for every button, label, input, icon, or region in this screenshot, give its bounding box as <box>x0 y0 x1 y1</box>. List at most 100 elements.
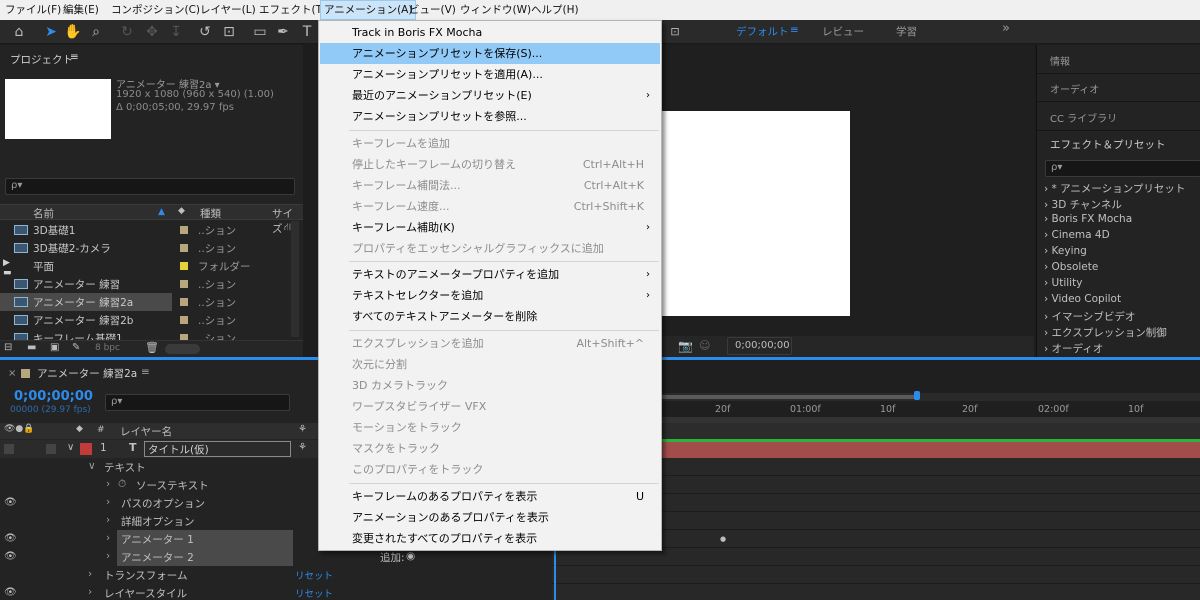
label-column-icon[interactable]: ◆ <box>76 424 83 434</box>
menu-item-browse-presets[interactable]: アニメーションプリセットを参照... <box>320 106 660 127</box>
project-item[interactable]: キーフレーム基礎1 ..ション <box>0 329 290 340</box>
menu-item-track-mocha[interactable]: Track in Boris FX Mocha <box>320 22 660 43</box>
add-animator-label[interactable]: 追加: <box>380 550 405 565</box>
effects-category[interactable]: › Utility <box>1044 277 1082 289</box>
workspace-learn[interactable]: 学習 <box>896 24 917 39</box>
menu-item-toggle-hold-keyframe[interactable]: 停止したキーフレームの切り替え Ctrl+Alt+H <box>320 154 660 175</box>
snap-icon[interactable]: ⊡ <box>666 23 684 41</box>
close-tab-icon[interactable]: × <box>8 368 16 379</box>
project-item[interactable]: 3D基礎1 ..ション ⛙ <box>0 221 291 239</box>
trash-icon[interactable]: 🗑 <box>145 341 159 354</box>
menu-window[interactable]: ウィンドウ(W) <box>457 0 534 20</box>
eye-icon[interactable]: 👁 <box>4 533 17 544</box>
pan-tool-icon[interactable]: ✥ <box>143 23 161 41</box>
timeline-tab[interactable]: アニメーター 練習2a <box>37 366 137 381</box>
selection-tool-icon[interactable]: ➤ <box>42 23 60 41</box>
sort-ascending-icon[interactable]: ▲ <box>158 207 165 217</box>
timeline-search-input[interactable]: ρ▾ <box>105 394 290 411</box>
eye-icon[interactable]: 👁 <box>4 551 17 562</box>
eye-icon[interactable]: 👁 <box>4 587 17 598</box>
panel-menu-icon[interactable]: ≡ <box>70 51 79 63</box>
effects-category[interactable]: › Video Copilot <box>1044 293 1121 305</box>
info-panel-tab[interactable]: 情報 <box>1050 53 1070 68</box>
label-swatch[interactable] <box>180 280 188 288</box>
rotation-tool-icon[interactable]: ↺ <box>196 23 214 41</box>
menu-help[interactable]: ヘルプ(H) <box>528 0 582 20</box>
effects-category[interactable]: › イマーシブビデオ <box>1044 309 1135 324</box>
menu-item-reveal-animating[interactable]: アニメーションのあるプロパティを表示 <box>320 507 660 528</box>
effects-category[interactable]: › Obsolete <box>1044 261 1098 273</box>
effects-category[interactable]: › エクスプレッション制御 <box>1044 325 1167 340</box>
anchor-tool-icon[interactable]: ⊡ <box>220 23 238 41</box>
project-search-input[interactable]: ρ▾ <box>5 178 295 195</box>
project-item[interactable]: アニメーター 練習2a <box>0 293 172 311</box>
project-item[interactable]: ▶ ▬ 平面 フォルダー <box>0 257 290 278</box>
workspace-review[interactable]: レビュー <box>822 24 864 39</box>
chevron-right-icon[interactable]: › <box>106 532 110 544</box>
menu-item-apply-preset[interactable]: アニメーションプリセットを適用(A)... <box>320 64 660 85</box>
video-switch[interactable] <box>4 444 14 454</box>
home-icon[interactable]: ⌂ <box>10 23 28 41</box>
navigator-handle[interactable] <box>914 391 920 400</box>
effects-search-input[interactable]: ρ▾ <box>1045 160 1200 177</box>
new-folder-icon[interactable]: ▬ <box>27 342 36 353</box>
flowchart-icon[interactable]: ⛙ <box>284 222 291 235</box>
chevron-right-icon[interactable]: › <box>106 496 110 508</box>
chevron-right-icon[interactable]: › <box>88 586 92 598</box>
label-swatch[interactable] <box>180 262 188 270</box>
workspace-menu-icon[interactable]: ≡ <box>790 24 799 36</box>
menu-item-reveal-modified[interactable]: 変更されたすべてのプロパティを表示 <box>320 528 660 549</box>
chevron-down-icon[interactable]: ∨ <box>88 460 96 472</box>
menu-item-add-keyframe[interactable]: キーフレームを追加 <box>320 133 660 154</box>
hand-tool-icon[interactable]: ✋ <box>64 23 82 41</box>
layer-name[interactable]: タイトル(仮) <box>144 441 291 457</box>
menu-animation[interactable]: アニメーション(A) <box>320 0 417 20</box>
av-switches-icon[interactable]: 👁●🔒 <box>4 424 35 434</box>
workspace-default[interactable]: デフォルト <box>736 24 789 39</box>
pen-tool-icon[interactable]: ✒ <box>274 23 292 41</box>
chevron-right-icon[interactable]: › <box>88 568 92 580</box>
stopwatch-icon[interactable]: ⏱ <box>118 478 126 491</box>
menu-file[interactable]: ファイル(F) <box>2 0 64 20</box>
menu-view[interactable]: ビュー(V) <box>406 0 459 20</box>
menu-layer[interactable]: レイヤー(L) <box>197 0 259 20</box>
label-column-icon[interactable]: ◆ <box>178 206 185 216</box>
show-snapshot-icon[interactable]: ☺ <box>699 339 710 352</box>
menu-item-warp-stabilizer[interactable]: ワープスタビライザー VFX <box>320 396 660 417</box>
menu-edit[interactable]: 編集(E) <box>60 0 102 20</box>
label-swatch[interactable] <box>180 298 188 306</box>
shy-switch-icon[interactable]: ⚘ <box>298 442 307 453</box>
property-group[interactable]: › トランスフォーム リセット <box>0 566 550 584</box>
bit-depth-label[interactable]: 8 bpc <box>95 343 120 353</box>
panel-menu-icon[interactable]: ≡ <box>141 366 150 378</box>
effects-category[interactable]: › Keying <box>1044 245 1087 257</box>
project-item[interactable]: アニメーター 練習2b ..ション <box>0 311 290 329</box>
interpret-footage-icon[interactable]: ⊟ <box>4 342 12 353</box>
label-swatch[interactable] <box>180 316 188 324</box>
new-comp-icon[interactable]: ▣ <box>50 342 59 353</box>
lock-switch[interactable] <box>46 444 56 454</box>
reset-link[interactable]: リセット <box>295 586 333 600</box>
property-group[interactable]: 👁 › レイヤースタイル リセット <box>0 584 550 600</box>
effects-category[interactable]: › Cinema 4D <box>1044 229 1110 241</box>
project-scrollbar[interactable] <box>291 221 299 337</box>
eye-icon[interactable]: 👁 <box>4 497 17 508</box>
project-panel-title[interactable]: プロジェクト <box>10 52 73 67</box>
snapshot-icon[interactable]: 📷 <box>678 339 693 353</box>
viewer-timecode[interactable]: 0;00;00;00 <box>727 337 792 355</box>
current-timecode[interactable]: 0;00;00;00 <box>14 389 93 404</box>
rectangle-tool-icon[interactable]: ▭ <box>251 23 269 41</box>
effects-category[interactable]: › * アニメーションプリセット <box>1044 181 1185 196</box>
menu-item-add-to-essential-graphics[interactable]: プロパティをエッセンシャルグラフィックスに追加 <box>320 238 660 259</box>
zoom-tool-icon[interactable]: ⌕ <box>87 23 105 41</box>
dolly-tool-icon[interactable]: ↧ <box>167 23 185 41</box>
layer-label-swatch[interactable] <box>80 443 92 455</box>
menu-item-reveal-keyframed[interactable]: キーフレームのあるプロパティを表示 U <box>320 486 660 507</box>
project-item[interactable]: アニメーター 練習 ..ション <box>0 275 290 293</box>
effects-presets-title[interactable]: エフェクト＆プリセット <box>1050 137 1166 152</box>
type-tool-icon[interactable]: T <box>298 23 316 41</box>
menu-item-track-property[interactable]: このプロパティをトラック <box>320 459 660 480</box>
add-menu-icon[interactable]: ◉ <box>406 550 415 562</box>
cc-libraries-tab[interactable]: CC ライブラリ <box>1050 110 1117 125</box>
shy-switch-icon[interactable]: ⚘ <box>298 424 307 435</box>
